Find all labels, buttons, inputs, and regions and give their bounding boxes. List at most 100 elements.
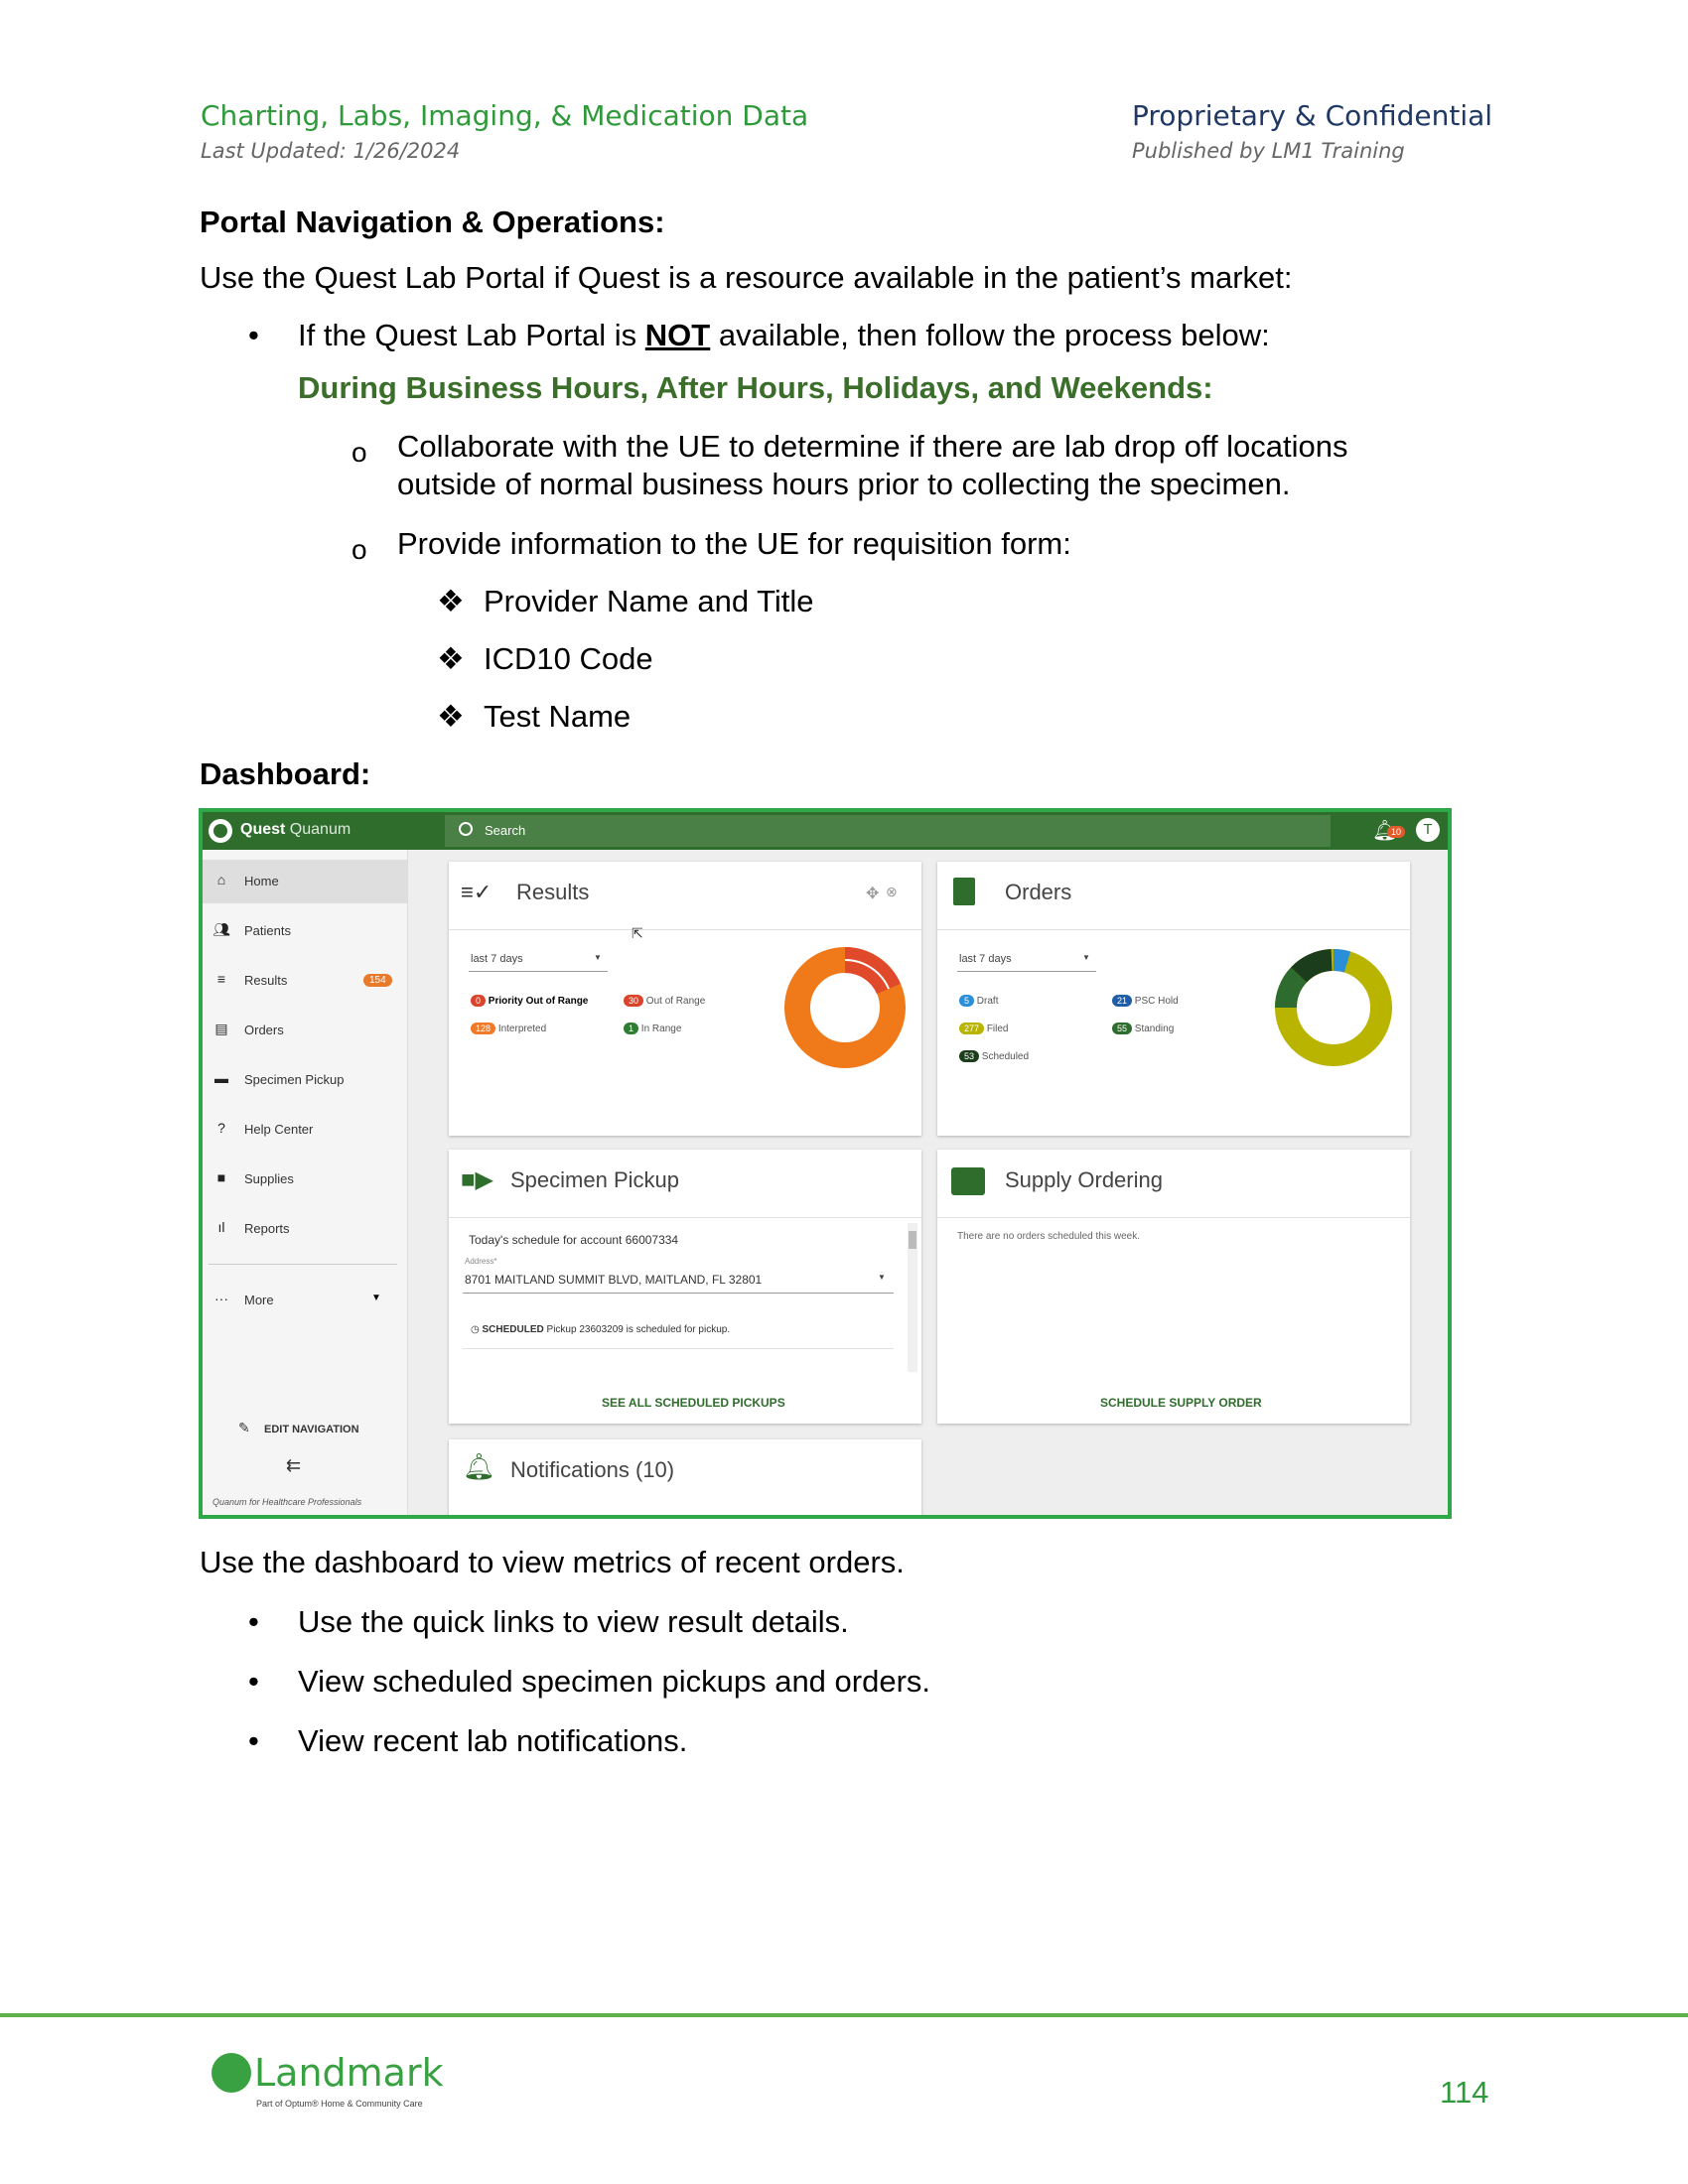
legend-interpreted[interactable]: 128 Interpreted: [471, 1023, 546, 1034]
sub-bullet-collaborate-line2: outside of normal business hours prior t…: [397, 467, 1291, 501]
sub-bullet-requisition: Provide information to the UE for requis…: [397, 526, 1071, 561]
results-count-badge: 154: [363, 974, 392, 987]
avatar[interactable]: T: [1416, 818, 1440, 842]
legend-standing[interactable]: 55 Standing: [1112, 1023, 1174, 1034]
address-select[interactable]: 8701 MAITLAND SUMMIT BLVD, MAITLAND, FL …: [465, 1273, 762, 1287]
legend-label: Filed: [986, 1024, 1009, 1034]
legend-label: Out of Range: [645, 996, 706, 1007]
pencil-icon: ✎: [238, 1420, 250, 1435]
sub-bullet-collaborate-line1: Collaborate with the UE to determine if …: [397, 429, 1348, 464]
diamond-bullet-icon: ❖: [437, 641, 465, 676]
sidebar-item-reports[interactable]: ıl Reports: [203, 1207, 407, 1251]
move-icon[interactable]: ✥: [866, 884, 879, 903]
divider: [209, 1264, 397, 1265]
count-pill: 53: [959, 1050, 980, 1062]
legend-psc-hold[interactable]: 21 PSC Hold: [1112, 995, 1179, 1007]
pickup-status-row[interactable]: ◷ SCHEDULED Pickup 23603209 is scheduled…: [471, 1324, 730, 1335]
sidebar-item-specimen-pickup[interactable]: ▬ Specimen Pickup: [203, 1058, 407, 1102]
results-icon: ≡✓: [461, 880, 492, 904]
count-pill: 30: [624, 995, 644, 1007]
status-badge: SCHEDULED: [482, 1324, 544, 1335]
sidebar-footer: Quanum for Healthcare Professionals: [212, 1497, 362, 1507]
search-icon: [459, 822, 473, 836]
supply-empty-text: There are no orders scheduled this week.: [957, 1231, 1140, 1242]
legend-label: Priority Out of Range: [488, 996, 589, 1007]
sidebar-item-label: Specimen Pickup: [244, 1072, 345, 1087]
sidebar-item-supplies[interactable]: ■ Supplies: [203, 1158, 407, 1201]
specimen-pickup-card: ■▶ Specimen Pickup Today's schedule for …: [449, 1150, 921, 1424]
close-icon[interactable]: ⊗: [886, 884, 898, 900]
subheading-hours: During Business Hours, After Hours, Holi…: [298, 370, 1213, 405]
divider: [449, 1217, 921, 1218]
legend-filed[interactable]: 277 Filed: [959, 1023, 1009, 1034]
briefcase-icon: ■: [216, 1169, 226, 1185]
divider: [463, 1348, 894, 1349]
sidebar-item-orders[interactable]: ▤ Orders: [203, 1009, 407, 1052]
landmark-logo-subtitle: Part of Optum® Home & Community Care: [256, 2099, 423, 2109]
intro-text: Use the Quest Lab Portal if Quest is a r…: [200, 260, 1293, 295]
sub-bullet-marker: o: [352, 534, 367, 565]
sidebar-item-patients[interactable]: 👥︎ Patients: [203, 909, 407, 953]
search-placeholder: Search: [485, 823, 526, 838]
sidebar-item-label: More: [244, 1293, 274, 1307]
brand-quest: Quest: [240, 821, 286, 838]
legend-priority-out-of-range[interactable]: 0 Priority Out of Range: [471, 995, 588, 1007]
publisher: Published by LM1 Training: [1132, 139, 1405, 163]
orders-donut-chart[interactable]: [1269, 943, 1398, 1072]
count-pill: 5: [959, 995, 975, 1007]
divider: [937, 1217, 1410, 1218]
sidebar-item-label: Orders: [244, 1023, 284, 1037]
results-donut-chart[interactable]: [780, 943, 910, 1072]
range-select[interactable]: last 7 days: [959, 953, 1012, 965]
sidebar-item-more[interactable]: ··· More ▼: [203, 1279, 407, 1322]
page-number: 114: [1440, 2075, 1489, 2110]
document-title: Charting, Labs, Imaging, & Medication Da…: [201, 99, 809, 132]
usage-bullet-notifications: View recent lab notifications.: [298, 1723, 688, 1758]
sidebar-item-label: Home: [244, 874, 279, 888]
see-all-pickups-button[interactable]: SEE ALL SCHEDULED PICKUPS: [602, 1396, 785, 1410]
sidebar-item-help-center[interactable]: ? Help Center: [203, 1108, 407, 1152]
diamond-bullet-icon: ❖: [437, 699, 465, 734]
schedule-supply-order-button[interactable]: SCHEDULE SUPPLY ORDER: [1100, 1396, 1262, 1410]
dashboard-screenshot: Quest Quanum Search 🔔︎ 10 T ⌂ Home 👥︎ Pa…: [199, 808, 1452, 1519]
bullet-dot: •: [248, 318, 259, 352]
pickup-title: Specimen Pickup: [510, 1167, 679, 1192]
supply-title: Supply Ordering: [1005, 1167, 1163, 1192]
count-pill: 277: [959, 1023, 985, 1034]
landmark-tree-icon: [211, 2053, 251, 2093]
document-icon: [953, 878, 975, 905]
emphasis-not: NOT: [644, 318, 711, 352]
sidebar-item-label: Reports: [244, 1221, 290, 1236]
sidebar: ⌂ Home 👥︎ Patients ≡ Results ▤ Orders ▬ …: [203, 850, 408, 1515]
legend-draft[interactable]: 5 Draft: [959, 995, 998, 1007]
legend-scheduled[interactable]: 53 Scheduled: [959, 1050, 1029, 1062]
req-item-test-name: Test Name: [484, 699, 632, 734]
brand-quanum: Quanum: [289, 821, 352, 838]
scrollbar-thumb[interactable]: [909, 1231, 916, 1249]
sidebar-item-label: Patients: [244, 923, 291, 938]
supply-ordering-card: Supply Ordering There are no orders sche…: [937, 1150, 1410, 1424]
cursor-icon: ⇱: [632, 925, 643, 941]
legend-out-of-range[interactable]: 30 Out of Range: [624, 995, 705, 1007]
sub-bullet-marker: o: [352, 437, 367, 468]
dropdown-arrow-icon: ▼: [1082, 953, 1090, 962]
document-icon: ▤: [214, 1021, 228, 1036]
legend-label: Scheduled: [981, 1051, 1030, 1062]
orders-card: Orders last 7 days ▼ 5 Draft 21 PSC Hold…: [937, 862, 1410, 1136]
pickup-schedule-text: Today's schedule for account 66007334: [469, 1233, 679, 1247]
brand-name[interactable]: Quest Quanum: [240, 821, 351, 839]
sidebar-item-label: Results: [244, 973, 288, 988]
clock-icon: ◷: [471, 1324, 480, 1335]
sidebar-item-label: Help Center: [244, 1122, 314, 1137]
search-input[interactable]: [445, 815, 1331, 847]
edit-navigation-button[interactable]: EDIT NAVIGATION: [264, 1424, 359, 1435]
sidebar-item-home[interactable]: ⌂ Home: [203, 860, 407, 903]
confidential-label: Proprietary & Confidential: [1132, 99, 1493, 132]
collapse-sidebar-icon[interactable]: ⇇: [286, 1455, 301, 1476]
legend-label: Standing: [1134, 1024, 1175, 1034]
legend-in-range[interactable]: 1 In Range: [624, 1023, 681, 1034]
footer-divider: [0, 2013, 1688, 2017]
dashboard-usage-text: Use the dashboard to view metrics of rec…: [200, 1545, 905, 1579]
range-select[interactable]: last 7 days: [471, 953, 523, 965]
truck-icon: ■▶: [461, 1166, 493, 1193]
